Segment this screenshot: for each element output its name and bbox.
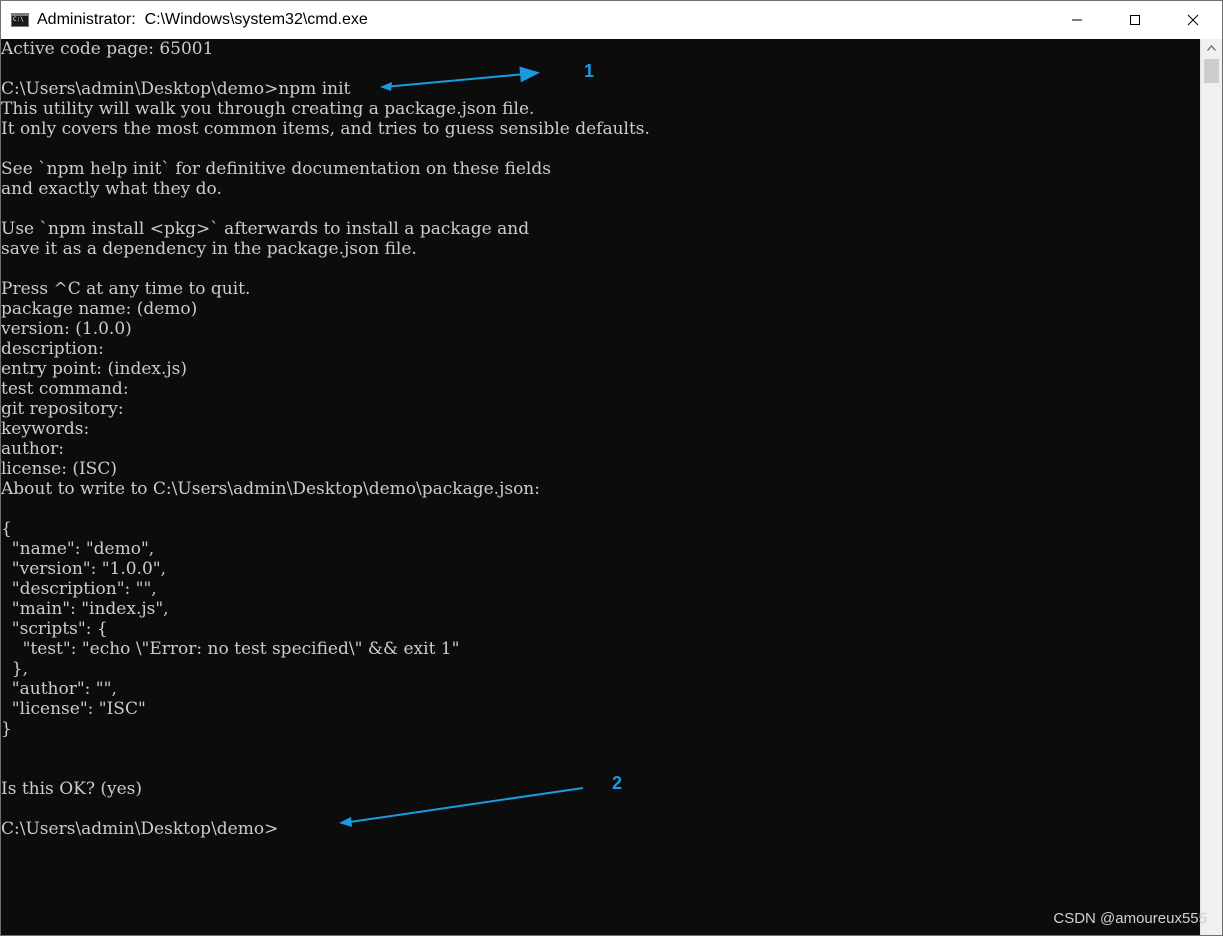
minimize-icon [1072, 19, 1082, 21]
cmd-window: Administrator: C:\Windows\system32\cmd.e… [0, 0, 1223, 936]
window-title: Administrator: C:\Windows\system32\cmd.e… [37, 11, 368, 28]
console-line: "main": "index.js", [1, 599, 169, 619]
console-line: package name: (demo) [1, 299, 198, 319]
scroll-up-button[interactable] [1201, 39, 1222, 57]
console-line: version: (1.0.0) [1, 319, 132, 339]
console-line: "version": "1.0.0", [1, 559, 167, 579]
chevron-up-icon [1207, 45, 1216, 51]
console-line: } [1, 719, 12, 739]
console-line: "scripts": { [1, 619, 108, 639]
console-line: test command: [1, 379, 129, 399]
console-line: Is this OK? (yes) [1, 779, 142, 799]
console-line: }, [1, 659, 29, 679]
console-line: git repository: [1, 399, 124, 419]
scroll-thumb[interactable] [1204, 59, 1219, 83]
console-line: See `npm help init` for definitive docum… [1, 159, 551, 179]
cmd-icon[interactable] [11, 13, 29, 27]
console-line: Use `npm install <pkg>` afterwards to in… [1, 219, 530, 239]
console-line: C:\Users\admin\Desktop\demo> [1, 819, 279, 839]
close-button[interactable] [1164, 1, 1222, 39]
console-line: This utility will walk you through creat… [1, 99, 535, 119]
console-line: { [1, 519, 12, 539]
console-line: C:\Users\admin\Desktop\demo>npm init [1, 79, 351, 99]
console-line: license: (ISC) [1, 459, 117, 479]
console-line: and exactly what they do. [1, 179, 222, 199]
console-line: "license": "ISC" [1, 699, 146, 719]
console-line: About to write to C:\Users\admin\Desktop… [1, 479, 540, 499]
console-output[interactable]: Active code page: 65001 C:\Users\admin\De… [1, 39, 1201, 935]
console-line: entry point: (index.js) [1, 359, 188, 379]
console-line: keywords: [1, 419, 90, 439]
maximize-button[interactable] [1106, 1, 1164, 39]
caption-buttons [1048, 1, 1222, 39]
maximize-icon [1130, 15, 1140, 25]
console-line: "test": "echo \"Error: no test specified… [1, 639, 460, 659]
console-line: It only covers the most common items, an… [1, 119, 650, 139]
console-line: save it as a dependency in the package.j… [1, 239, 417, 259]
console-line: Press ^C at any time to quit. [1, 279, 251, 299]
minimize-button[interactable] [1048, 1, 1106, 39]
console-line: "description": "", [1, 579, 157, 599]
console-line: "name": "demo", [1, 539, 155, 559]
console-line: Active code page: 65001 [1, 39, 214, 59]
console-lines: Active code page: 65001 C:\Users\admin\De… [1, 39, 1201, 839]
title-bar[interactable]: Administrator: C:\Windows\system32\cmd.e… [1, 1, 1222, 39]
console-line: "author": "", [1, 679, 117, 699]
close-icon [1187, 14, 1199, 26]
vertical-scrollbar[interactable] [1200, 39, 1222, 935]
watermark-text: CSDN @amoureux555 [1053, 910, 1207, 927]
console-line: author: [1, 439, 64, 459]
console-line: description: [1, 339, 104, 359]
